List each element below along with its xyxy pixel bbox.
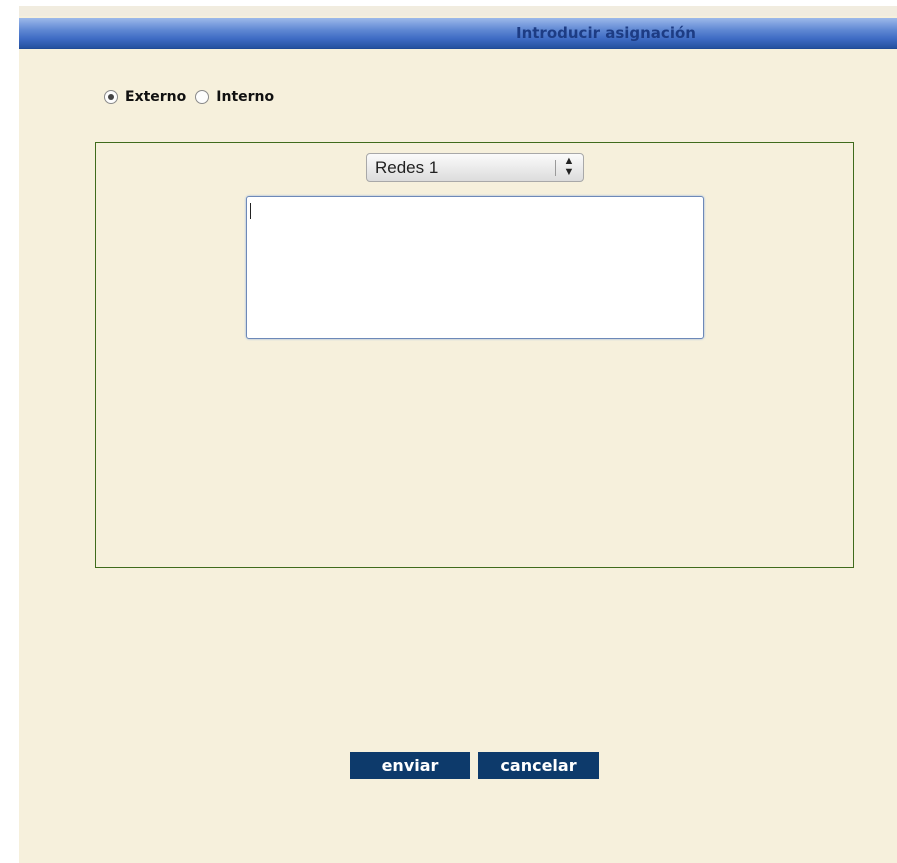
text-caret: [250, 203, 251, 219]
title-bar: Introducir asignación: [19, 18, 897, 49]
radio-interno[interactable]: [195, 90, 210, 104]
select-separator: [555, 160, 556, 176]
cancel-button[interactable]: cancelar: [478, 752, 599, 779]
radio-externo[interactable]: [104, 90, 118, 104]
page-title: Introducir asignación: [516, 24, 696, 42]
select-arrows-icon: ▲ ▼: [563, 155, 575, 178]
dialog-panel: Introducir asignación Externo Interno Re…: [19, 6, 897, 863]
origin-radio-group: Externo Interno: [104, 88, 283, 106]
subject-select-value: Redes 1: [375, 158, 439, 177]
radio-externo-label[interactable]: Externo: [125, 89, 186, 105]
send-button[interactable]: enviar: [350, 752, 470, 779]
top-stripe: [19, 6, 897, 16]
subject-select[interactable]: Redes 1 ▲ ▼: [366, 153, 584, 182]
assignment-textarea[interactable]: [246, 196, 704, 339]
assignment-box: Redes 1 ▲ ▼: [95, 142, 854, 568]
radio-interno-label[interactable]: Interno: [216, 89, 274, 105]
